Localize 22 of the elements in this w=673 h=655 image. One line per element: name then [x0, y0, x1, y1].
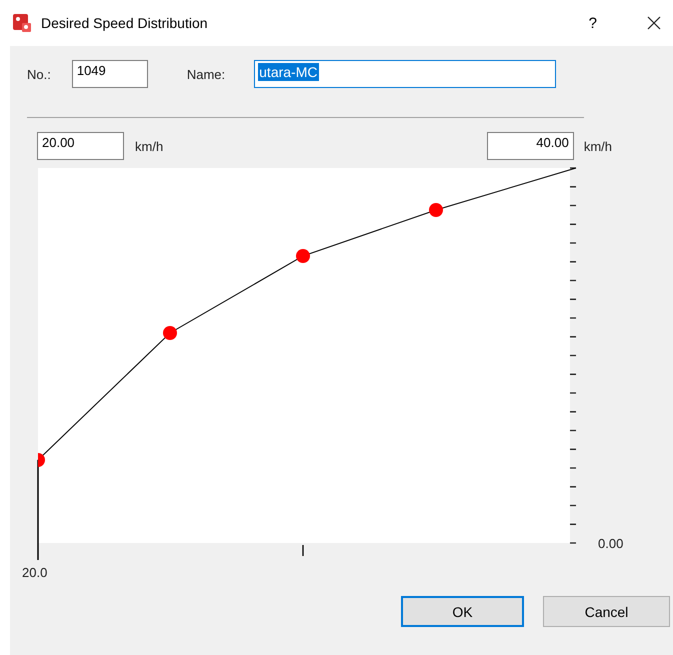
- input-field[interactable]: 20.00: [37, 132, 124, 160]
- window-title: Desired Speed Distribution: [41, 15, 208, 31]
- input-field[interactable]: 40.00: [486, 132, 574, 160]
- x-axis-label: 20.0: [22, 565, 48, 580]
- dialog-button[interactable]: Cancel: [543, 596, 670, 627]
- dialog-button[interactable]: OK: [401, 596, 524, 627]
- input-field[interactable]: [254, 60, 556, 88]
- x-axis-tick: [302, 545, 304, 556]
- unit-label: km/h: [135, 138, 164, 154]
- app-icon: [12, 13, 32, 33]
- close-button[interactable]: [645, 14, 663, 32]
- data-point[interactable]: [38, 453, 45, 467]
- field-label: No.:: [27, 66, 51, 82]
- field-label: Name:: [186, 66, 226, 82]
- data-point[interactable]: [163, 326, 177, 340]
- data-point[interactable]: [429, 203, 443, 217]
- y-axis-label: 0.00: [598, 536, 624, 551]
- help-button[interactable]: ?: [584, 14, 601, 32]
- selected-text: utara-MC: [258, 63, 318, 81]
- unit-label: km/h: [584, 138, 612, 154]
- input-field[interactable]: 1049: [72, 60, 148, 88]
- data-point[interactable]: [296, 249, 310, 263]
